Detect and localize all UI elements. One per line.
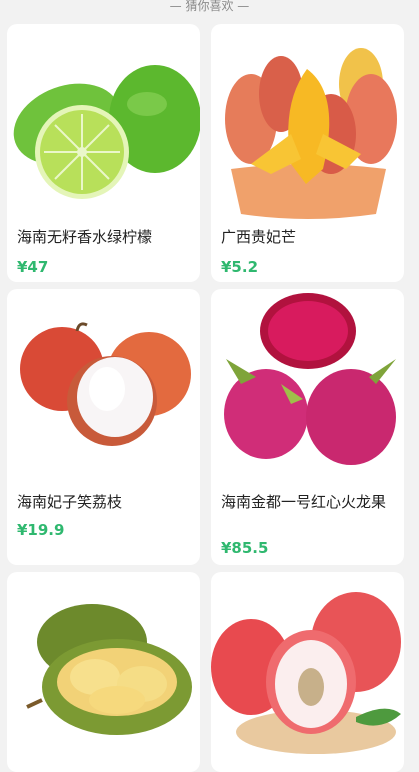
product-card-lime[interactable]: 海南无籽香水绿柠檬 ¥47 [7,24,200,282]
product-card-lychee[interactable]: 海南妃子笑荔枝 ¥19.9 [7,289,200,565]
section-title: — 猜你喜欢 — [169,0,250,13]
product-image-durian[interactable] [7,572,200,768]
product-card-mango[interactable]: 广西贵妃芒 ¥5.2 [211,24,404,282]
product-image-lime[interactable] [7,24,200,229]
product-name: 海南无籽香水绿柠檬 [17,228,153,246]
product-price: ¥19.9 [17,521,65,539]
product-image-dragonfruit[interactable] [211,289,404,484]
product-card-dragonfruit[interactable]: 海南金都一号红心火龙果 ¥85.5 [211,289,404,565]
product-image-mango[interactable] [211,24,404,229]
product-name: 海南金都一号红心火龙果 [221,493,387,511]
product-price: ¥47 [17,258,49,276]
product-card-peach[interactable] [211,572,404,772]
product-image-peach[interactable] [211,572,404,768]
product-price: ¥5.2 [221,258,259,276]
product-card-durian[interactable] [7,572,200,772]
product-image-lychee[interactable] [7,289,200,484]
product-name: 海南妃子笑荔枝 [17,493,123,511]
product-name: 广西贵妃芒 [221,228,297,246]
product-price: ¥85.5 [221,539,269,557]
